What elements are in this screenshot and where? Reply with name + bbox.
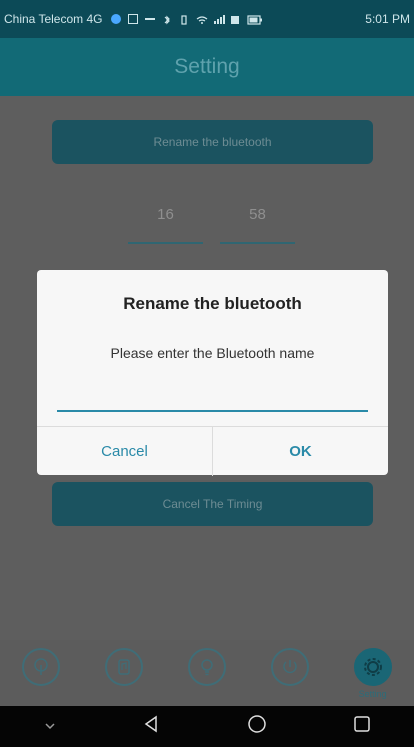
wifi-icon (196, 14, 207, 24)
chevron-down-icon[interactable] (43, 718, 57, 736)
image-notification-icon (127, 14, 138, 24)
rename-bluetooth-label: Rename the bluetooth (153, 135, 272, 149)
recent-apps-icon[interactable] (353, 715, 371, 738)
app-header: Setting (0, 38, 414, 96)
dialog-button-row: Cancel OK (37, 426, 388, 476)
status-time: 5:01 PM (365, 12, 410, 26)
home-icon[interactable] (247, 714, 267, 739)
hour-value: 16 (157, 206, 174, 223)
bottom-nav: Setting (0, 640, 414, 706)
signal-icon (213, 14, 225, 24)
minute-field[interactable]: 58 (220, 206, 295, 244)
nav-item-setting[interactable]: Setting (343, 648, 403, 699)
cancel-timing-label: Cancel The Timing (162, 497, 263, 511)
rename-bluetooth-button[interactable]: Rename the bluetooth (52, 120, 373, 164)
android-nav-bar (0, 706, 414, 747)
minute-value: 58 (249, 206, 266, 223)
rename-bluetooth-dialog: Rename the bluetooth Please enter the Bl… (37, 270, 388, 476)
nav-label-setting: Setting (358, 689, 387, 699)
nav-item-light[interactable] (177, 648, 237, 689)
dialog-message: Please enter the Bluetooth name (110, 345, 315, 361)
speaker-icon (22, 648, 61, 686)
hour-underline (128, 242, 203, 244)
status-bar: China Telecom 4G 5:01 PM (0, 0, 414, 38)
lightbulb-icon (187, 648, 226, 686)
vibrate-icon (179, 14, 189, 25)
bluetooth-name-input[interactable] (57, 392, 368, 412)
nav-item-power[interactable] (260, 648, 320, 689)
back-icon[interactable] (143, 715, 161, 738)
hour-field[interactable]: 16 (128, 206, 203, 244)
sim-icon (230, 14, 240, 24)
battery-icon (246, 14, 262, 25)
ok-button[interactable]: OK (213, 427, 388, 476)
nav-item-speaker[interactable] (11, 648, 71, 689)
minus-icon (144, 18, 155, 20)
carrier-label: China Telecom 4G (4, 12, 103, 26)
power-icon (270, 648, 309, 686)
data-indicator-icon (110, 14, 121, 24)
nav-item-music[interactable] (94, 648, 154, 689)
minute-underline (220, 242, 295, 244)
status-icons (110, 14, 366, 25)
cancel-button[interactable]: Cancel (37, 427, 212, 476)
bluetooth-icon (162, 14, 172, 25)
music-icon (105, 648, 144, 686)
page-title: Setting (174, 55, 240, 78)
cancel-timing-button[interactable]: Cancel The Timing (52, 482, 373, 526)
dialog-title: Rename the bluetooth (123, 294, 302, 313)
gear-icon (353, 648, 392, 686)
